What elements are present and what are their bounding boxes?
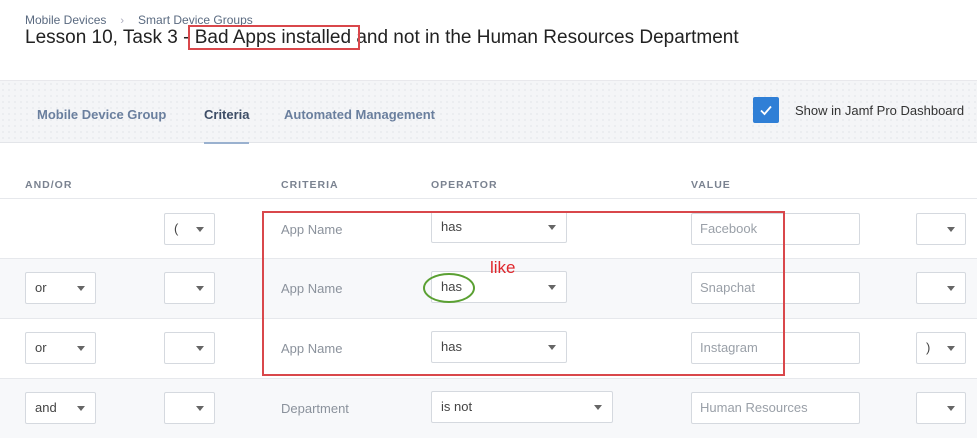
- open-paren-select[interactable]: [164, 332, 215, 364]
- page-title: Lesson 10, Task 3 - Bad Apps installed a…: [25, 27, 739, 49]
- annotation-note: like: [490, 258, 516, 277]
- dashboard-checkbox[interactable]: [753, 97, 779, 123]
- chevron-down-icon: [947, 286, 955, 291]
- open-paren-select[interactable]: [164, 272, 215, 304]
- active-tab-indicator: [204, 142, 249, 144]
- open-paren-select[interactable]: (: [164, 213, 215, 245]
- chevron-down-icon: [77, 346, 85, 351]
- page-title-prefix: Lesson 10, Task 3 -: [25, 27, 195, 48]
- column-header-andor: AND/OR: [25, 179, 73, 191]
- column-header-value: VALUE: [691, 179, 731, 191]
- annotation-criteria-box: [262, 211, 785, 376]
- page-header: Mobile Devices › Smart Device Groups Lesso…: [0, 0, 977, 80]
- chevron-down-icon: [196, 406, 204, 411]
- breadcrumb-separator-icon: ›: [120, 15, 125, 27]
- close-paren-select[interactable]: [916, 392, 966, 424]
- chevron-down-icon: [77, 406, 85, 411]
- andor-value: and: [35, 400, 57, 415]
- open-paren-select[interactable]: [164, 392, 215, 424]
- chevron-down-icon: [947, 227, 955, 232]
- andor-value: or: [35, 280, 47, 295]
- criteria-name: Department: [281, 401, 349, 416]
- close-paren-value: ): [926, 340, 931, 355]
- close-paren-select[interactable]: [916, 272, 966, 304]
- chevron-down-icon: [196, 227, 204, 232]
- operator-select[interactable]: is not: [431, 391, 613, 423]
- page-title-suffix: and not in the Human Resources Departmen…: [351, 27, 739, 48]
- chevron-down-icon: [77, 286, 85, 291]
- chevron-down-icon: [594, 405, 602, 410]
- andor-select[interactable]: or: [25, 332, 96, 364]
- column-header-criteria: CRITERIA: [281, 179, 339, 191]
- andor-value: or: [35, 340, 47, 355]
- close-paren-select[interactable]: ): [916, 332, 966, 364]
- breadcrumb-item-mobile-devices[interactable]: Mobile Devices: [25, 13, 106, 27]
- criteria-row: and Department is not Human Resources: [0, 378, 977, 438]
- open-paren-value: (: [174, 221, 179, 236]
- chevron-down-icon: [947, 346, 955, 351]
- tab-mobile-device-group[interactable]: Mobile Device Group: [37, 107, 166, 122]
- annotation-title-box: [188, 25, 360, 50]
- chevron-down-icon: [196, 346, 204, 351]
- value-input[interactable]: Human Resources: [691, 392, 860, 424]
- andor-select[interactable]: and: [25, 392, 96, 424]
- checkmark-icon: [760, 105, 772, 116]
- annotation-operator-circle: [423, 273, 475, 303]
- operator-value: is not: [441, 399, 473, 414]
- andor-select[interactable]: or: [25, 272, 96, 304]
- column-header-operator: OPERATOR: [431, 179, 498, 191]
- chevron-down-icon: [196, 286, 204, 291]
- dashboard-checkbox-label: Show in Jamf Pro Dashboard: [795, 103, 965, 118]
- tab-automated-management[interactable]: Automated Management: [284, 107, 435, 122]
- tab-criteria[interactable]: Criteria: [204, 107, 250, 122]
- chevron-down-icon: [947, 406, 955, 411]
- close-paren-select[interactable]: [916, 213, 966, 245]
